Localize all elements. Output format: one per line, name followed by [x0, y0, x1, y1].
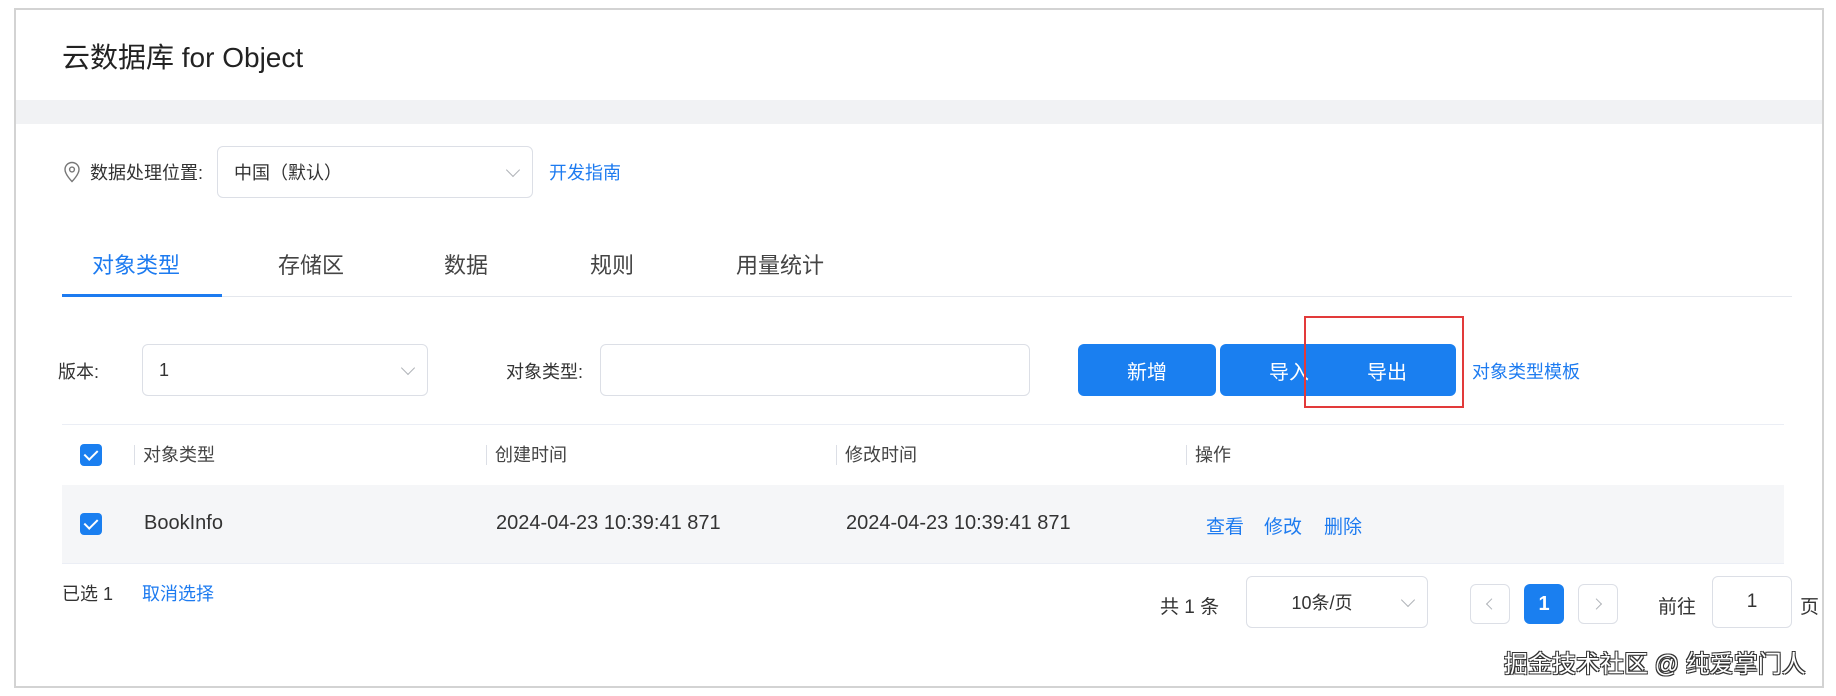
table-header: 对象类型 创建时间 修改时间 操作 — [62, 424, 1784, 485]
delete-link[interactable]: 删除 — [1324, 512, 1362, 539]
goto-page-input[interactable]: 1 — [1712, 576, 1792, 628]
active-tab-indicator — [62, 294, 222, 297]
tab-object-types[interactable]: 对象类型 — [92, 248, 180, 280]
object-type-template-link[interactable]: 对象类型模板 — [1472, 358, 1580, 384]
page-size-value: 10条/页 — [1291, 593, 1353, 613]
watermark-text: 掘金技术社区 @ 纯爱掌门人 — [1504, 651, 1806, 678]
tab-usage[interactable]: 用量统计 — [736, 248, 824, 280]
cell-created-time: 2024-04-23 10:39:41 871 — [496, 512, 721, 534]
version-select[interactable]: 1 — [142, 344, 428, 396]
tab-rules[interactable]: 规则 — [590, 248, 634, 280]
tab-data[interactable]: 数据 — [444, 248, 488, 280]
location-row: 数据处理位置: 中国（默认） 开发指南 — [62, 146, 621, 198]
page-number-current[interactable]: 1 — [1524, 584, 1564, 624]
view-link[interactable]: 查看 — [1206, 512, 1244, 539]
next-page-button[interactable] — [1578, 584, 1618, 624]
cell-modified-time: 2024-04-23 10:39:41 871 — [846, 512, 1071, 534]
add-button[interactable]: 新增 — [1078, 344, 1216, 396]
object-type-table: 对象类型 创建时间 修改时间 操作 BookInfo 2024-04-23 10… — [62, 424, 1784, 564]
prev-page-button[interactable] — [1470, 584, 1510, 624]
column-header-type: 对象类型 — [134, 445, 215, 465]
location-pin-icon — [64, 161, 80, 183]
object-type-input[interactable] — [600, 344, 1030, 396]
version-label: 版本: — [58, 362, 100, 382]
location-select[interactable]: 中国（默认） — [217, 146, 534, 198]
tab-storage[interactable]: 存储区 — [278, 248, 344, 280]
selected-count: 已选 1 — [62, 584, 114, 604]
header-divider — [16, 100, 1822, 124]
chevron-down-icon — [1400, 592, 1416, 608]
filter-row: 版本: 1 对象类型: 新增 导入 导出 对象类型模板 — [58, 316, 1762, 408]
cell-object-type: BookInfo — [144, 512, 223, 534]
total-count: 共 1 条 — [1160, 597, 1220, 618]
location-label: 数据处理位置: — [90, 163, 204, 183]
column-header-created: 创建时间 — [486, 445, 567, 465]
version-select-value: 1 — [159, 359, 170, 380]
highlight-box — [1304, 316, 1464, 408]
select-all-checkbox[interactable] — [80, 444, 102, 466]
edit-link[interactable]: 修改 — [1264, 512, 1302, 539]
goto-label: 前往 — [1658, 597, 1697, 618]
chevron-right-icon — [1590, 598, 1603, 610]
cancel-selection-link[interactable]: 取消选择 — [142, 580, 214, 606]
app-title: 云数据库 for Object — [62, 42, 304, 73]
location-select-value: 中国（默认） — [234, 163, 343, 183]
dev-guide-link[interactable]: 开发指南 — [549, 159, 621, 185]
object-type-label: 对象类型: — [506, 362, 584, 382]
title-bar: 云数据库 for Object — [16, 10, 1822, 100]
chevron-down-icon — [400, 360, 416, 376]
chevron-left-icon — [1485, 598, 1498, 610]
page-unit-label: 页 — [1800, 597, 1820, 618]
app-window: 云数据库 for Object 数据处理位置: 中国（默认） 开发指南 对象类型… — [14, 8, 1824, 688]
page-size-select[interactable]: 10条/页 — [1246, 576, 1428, 628]
column-header-actions: 操作 — [1186, 445, 1231, 465]
column-header-modified: 修改时间 — [836, 445, 917, 465]
chevron-down-icon — [505, 162, 521, 178]
table-footer: 已选 1 取消选择 共 1 条 10条/页 1 前往 1 页 — [62, 576, 1822, 630]
row-checkbox[interactable] — [80, 513, 102, 535]
table-row: BookInfo 2024-04-23 10:39:41 871 2024-04… — [62, 485, 1784, 564]
tab-bar: 对象类型 存储区 数据 规则 用量统计 — [62, 236, 1792, 297]
